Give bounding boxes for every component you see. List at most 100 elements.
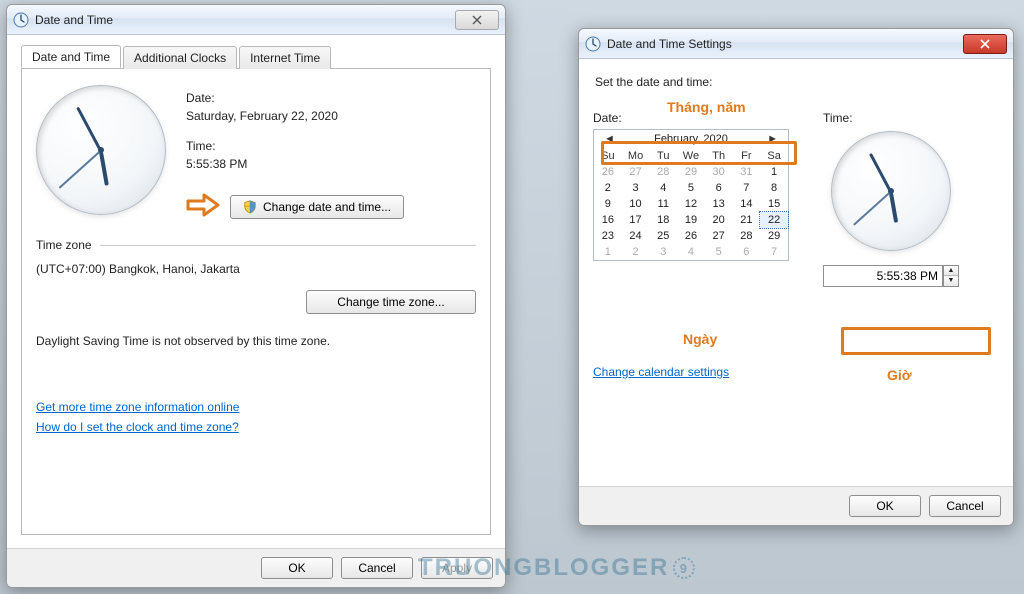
calendar-day[interactable]: 17: [622, 212, 650, 228]
watermark: TRUONGBLOGGER 9: [418, 554, 695, 582]
cancel-button[interactable]: Cancel: [929, 495, 1001, 517]
timezone-section-label: Time zone: [36, 238, 92, 252]
clock-icon: [585, 36, 601, 52]
annotation-gio: Giờ: [887, 367, 912, 383]
calendar-day[interactable]: 29: [677, 164, 705, 180]
titlebar[interactable]: Date and Time: [7, 5, 505, 35]
analog-clock: [36, 85, 166, 215]
calendar-month-year: February, 2020: [654, 133, 728, 145]
clock-icon: [13, 12, 29, 28]
calendar-day[interactable]: 2: [622, 244, 650, 260]
calendar-day[interactable]: 4: [677, 244, 705, 260]
time-input[interactable]: [823, 265, 943, 287]
calendar-day[interactable]: 3: [649, 244, 677, 260]
prev-month-button[interactable]: ◄: [600, 133, 619, 145]
date-and-time-window: Date and Time Date and Time Additional C…: [6, 4, 506, 588]
calendar-dow: Mo: [622, 148, 650, 164]
calendar-day[interactable]: 25: [649, 228, 677, 244]
ok-button[interactable]: OK: [261, 557, 333, 579]
calendar-day[interactable]: 7: [760, 244, 788, 260]
calendar-grid: SuMoTuWeThFrSa 2627282930311234567891011…: [594, 148, 788, 260]
calendar-day[interactable]: 5: [705, 244, 733, 260]
calendar-day[interactable]: 15: [760, 196, 788, 212]
annotation-box-time: [841, 327, 991, 355]
calendar-day[interactable]: 6: [705, 180, 733, 196]
calendar-day[interactable]: 1: [594, 244, 622, 260]
calendar-day[interactable]: 8: [760, 180, 788, 196]
calendar-day[interactable]: 30: [705, 164, 733, 180]
calendar-day[interactable]: 9: [594, 196, 622, 212]
calendar-day[interactable]: 28: [733, 228, 761, 244]
heading: Set the date and time:: [595, 75, 999, 89]
time-value: 5:55:38 PM: [186, 157, 404, 171]
calendar: ◄ February, 2020 ► SuMoTuWeThFrSa 262728…: [593, 129, 789, 261]
change-time-zone-button[interactable]: Change time zone...: [306, 290, 476, 314]
calendar-day[interactable]: 11: [649, 196, 677, 212]
calendar-day[interactable]: 24: [622, 228, 650, 244]
calendar-day[interactable]: 5: [677, 180, 705, 196]
window-title: Date and Time Settings: [607, 37, 732, 51]
calendar-day[interactable]: 27: [705, 228, 733, 244]
link-change-calendar-settings[interactable]: Change calendar settings: [593, 365, 729, 379]
watermark-badge-icon: 9: [673, 557, 695, 579]
tab-additional-clocks[interactable]: Additional Clocks: [123, 46, 237, 69]
time-spinner[interactable]: ▲ ▼: [943, 265, 959, 287]
dialog-footer: OK Cancel: [579, 486, 1013, 525]
shield-icon: [243, 200, 257, 214]
calendar-day[interactable]: 3: [622, 180, 650, 196]
calendar-day[interactable]: 10: [622, 196, 650, 212]
calendar-day[interactable]: 12: [677, 196, 705, 212]
link-how-to-set-clock[interactable]: How do I set the clock and time zone?: [36, 420, 239, 434]
calendar-day[interactable]: 2: [594, 180, 622, 196]
calendar-day[interactable]: 7: [733, 180, 761, 196]
link-tz-info-online[interactable]: Get more time zone information online: [36, 400, 239, 414]
calendar-day[interactable]: 4: [649, 180, 677, 196]
calendar-day[interactable]: 20: [705, 212, 733, 228]
titlebar[interactable]: Date and Time Settings: [579, 29, 1013, 59]
time-label: Time:: [186, 139, 404, 153]
tab-strip: Date and Time Additional Clocks Internet…: [21, 45, 491, 69]
calendar-day[interactable]: 31: [733, 164, 761, 180]
ok-button[interactable]: OK: [849, 495, 921, 517]
spinner-down-icon[interactable]: ▼: [944, 276, 958, 286]
timezone-value: (UTC+07:00) Bangkok, Hanoi, Jakarta: [36, 262, 476, 276]
spinner-up-icon[interactable]: ▲: [944, 266, 958, 276]
tab-date-and-time[interactable]: Date and Time: [21, 45, 121, 68]
date-and-time-settings-window: Date and Time Settings Set the date and …: [578, 28, 1014, 526]
change-date-time-button[interactable]: Change date and time...: [230, 195, 404, 219]
calendar-day[interactable]: 22: [760, 212, 788, 228]
calendar-day[interactable]: 6: [733, 244, 761, 260]
calendar-day[interactable]: 28: [649, 164, 677, 180]
calendar-day[interactable]: 13: [705, 196, 733, 212]
time-label: Time:: [823, 111, 959, 125]
calendar-day[interactable]: 29: [760, 228, 788, 244]
calendar-dow: Tu: [649, 148, 677, 164]
analog-clock: [831, 131, 951, 251]
calendar-dow: Su: [594, 148, 622, 164]
calendar-dow: Fr: [733, 148, 761, 164]
cancel-button[interactable]: Cancel: [341, 557, 413, 579]
calendar-day[interactable]: 26: [677, 228, 705, 244]
calendar-day[interactable]: 18: [649, 212, 677, 228]
calendar-dow: Sa: [760, 148, 788, 164]
calendar-day[interactable]: 26: [594, 164, 622, 180]
calendar-day[interactable]: 14: [733, 196, 761, 212]
close-button[interactable]: [455, 10, 499, 30]
calendar-day[interactable]: 23: [594, 228, 622, 244]
calendar-dow: Th: [705, 148, 733, 164]
calendar-day[interactable]: 27: [622, 164, 650, 180]
calendar-day[interactable]: 16: [594, 212, 622, 228]
calendar-day[interactable]: 1: [760, 164, 788, 180]
divider: [100, 245, 476, 246]
tab-internet-time[interactable]: Internet Time: [239, 46, 331, 69]
calendar-day[interactable]: 21: [733, 212, 761, 228]
calendar-day[interactable]: 19: [677, 212, 705, 228]
arrow-annotation-icon: [186, 193, 220, 220]
annotation-ngay: Ngày: [683, 331, 717, 347]
window-title: Date and Time: [35, 13, 113, 27]
close-button[interactable]: [963, 34, 1007, 54]
calendar-dow: We: [677, 148, 705, 164]
next-month-button[interactable]: ►: [763, 133, 782, 145]
annotation-thang-nam: Tháng, năm: [667, 99, 746, 115]
date-label: Date:: [186, 91, 404, 105]
